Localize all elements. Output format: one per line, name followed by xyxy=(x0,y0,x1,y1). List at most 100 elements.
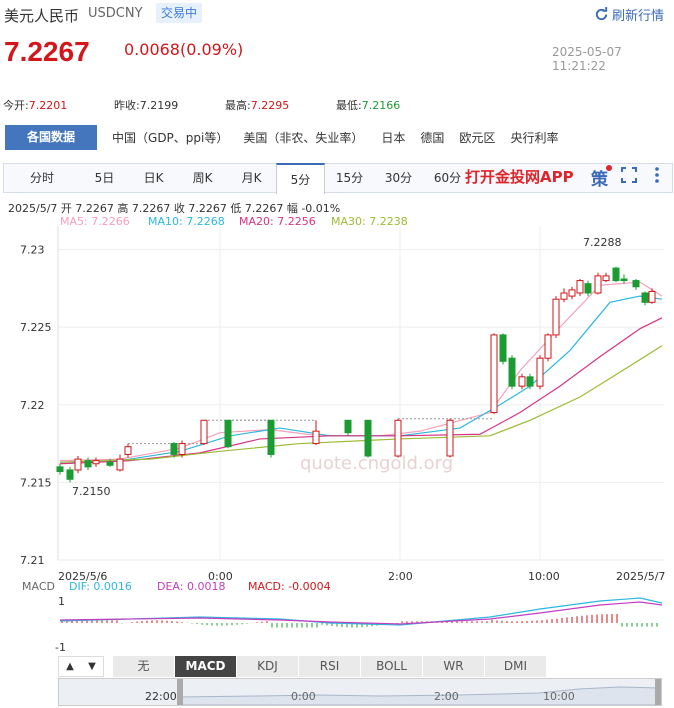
open-app-link[interactable]: 打开金投网APP xyxy=(465,166,574,187)
high-value: 7.2295 xyxy=(250,99,290,112)
ohlc-line: 2025/5/7 开 7.2267 高 7.2267 收 7.2267 低 7.… xyxy=(8,202,341,215)
refresh-button[interactable]: 刷新行情 xyxy=(594,5,664,24)
watermark-text: quote.cngold.org xyxy=(300,453,453,474)
macd-title: MACD xyxy=(22,580,55,593)
min-label: 7.2150 xyxy=(72,485,111,498)
strategy-button[interactable]: 策 xyxy=(591,165,612,190)
pair-name: 美元人民币 xyxy=(4,7,80,25)
candle-body xyxy=(518,376,526,387)
market-nav: 各国数据 中国（GDP、ppi等） 美国（非农、失业率） 日本 德国 欧元区 央… xyxy=(0,124,674,151)
indicator-tab-kdj[interactable]: KDJ xyxy=(237,656,299,677)
max-label: 7.2288 xyxy=(583,236,622,249)
tab-5min[interactable]: 5分 xyxy=(276,163,325,194)
macd-series xyxy=(59,597,663,628)
market-tab-active[interactable]: 各国数据 xyxy=(5,125,98,150)
indicator-tab-rsi[interactable]: RSI xyxy=(299,656,361,677)
candle-body xyxy=(584,283,592,294)
candle-body xyxy=(200,419,208,445)
macd-chart[interactable]: 1 -1 xyxy=(0,593,674,653)
current-price: 7.2267 xyxy=(4,36,90,67)
tab-dayk[interactable]: 日K xyxy=(129,163,178,193)
candle-body xyxy=(344,419,352,434)
x-tick: 2025/5/7 xyxy=(616,570,665,583)
navigator-right-handle[interactable] xyxy=(655,679,661,705)
ma10-line xyxy=(59,295,663,463)
more-menu-icon[interactable] xyxy=(652,166,662,184)
candle-body xyxy=(394,419,402,457)
tab-30min[interactable]: 30分 xyxy=(374,163,423,193)
tab-5day[interactable]: 5日 xyxy=(80,163,129,193)
x-tick: 10:00 xyxy=(528,570,560,583)
nav-label: 22:00 xyxy=(145,690,177,703)
candle-body xyxy=(178,443,186,455)
candle-body xyxy=(552,298,560,336)
market-tab-rates[interactable]: 央行利率 xyxy=(510,129,558,146)
candle-body xyxy=(364,419,372,457)
candle-body xyxy=(632,280,640,288)
candle-body xyxy=(544,334,552,359)
macd-ytick: 1 xyxy=(58,595,65,608)
indicator-tab-dmi[interactable]: DMI xyxy=(485,656,547,677)
notification-dot-icon xyxy=(606,165,612,171)
candle-body xyxy=(170,443,178,455)
candle-body xyxy=(92,460,100,465)
nav-label: 0:00 xyxy=(291,690,316,703)
candle-body xyxy=(84,460,92,468)
fullscreen-icon[interactable] xyxy=(621,167,637,183)
indicator-tab-macd[interactable]: MACD xyxy=(175,656,237,677)
macd-ytick: -1 xyxy=(55,641,66,653)
low-value: 7.2166 xyxy=(361,99,401,112)
indicator-tab-wr[interactable]: WR xyxy=(423,656,485,677)
candle-body xyxy=(536,357,544,387)
ma5-line xyxy=(59,281,663,462)
market-tab-usa[interactable]: 美国（非农、失业率） xyxy=(243,129,363,146)
arrow-down-icon[interactable]: ▼ xyxy=(88,661,96,672)
candlestick-chart[interactable]: quote.cngold.org 7.237.2257.227.2157.21 … xyxy=(0,226,674,576)
candle-body xyxy=(124,446,132,455)
x-tick: 2:00 xyxy=(388,570,413,583)
candle-body xyxy=(56,466,64,473)
refresh-icon xyxy=(595,7,608,21)
high-label: 最高: xyxy=(225,99,251,112)
tab-fenshi[interactable]: 分时 xyxy=(4,163,80,193)
candle-body xyxy=(594,275,602,294)
open-label: 今开: xyxy=(3,99,29,112)
candle-body xyxy=(74,458,82,471)
candle-body xyxy=(490,334,498,414)
navigator-left-handle[interactable] xyxy=(177,679,183,705)
ma-lines xyxy=(59,281,663,465)
y-tick-label: 7.22 xyxy=(20,399,45,412)
tab-15min[interactable]: 15分 xyxy=(325,163,374,193)
candle-body xyxy=(446,419,454,457)
indicator-tabs: 无 MACD KDJ RSI BOLL WR DMI xyxy=(113,656,547,677)
candles xyxy=(56,266,656,483)
strategy-label: 策 xyxy=(591,170,608,190)
market-tab-china[interactable]: 中国（GDP、ppi等） xyxy=(112,129,228,146)
time-navigator[interactable]: 22:00 0:00 2:00 10:00 xyxy=(58,678,662,706)
pair-code: USDCNY xyxy=(88,6,143,21)
candle-body xyxy=(499,334,507,362)
macd-value: MACD: -0.0004 xyxy=(248,580,331,593)
indicator-tab-boll[interactable]: BOLL xyxy=(361,656,423,677)
high-stat: 最高:7.2295 xyxy=(225,97,289,113)
candle-body xyxy=(224,419,232,448)
timestamp: 2025-05-07 11:21:22 xyxy=(552,45,622,73)
candle-body xyxy=(612,267,620,282)
tab-monthk[interactable]: 月K xyxy=(227,163,276,193)
arrow-up-icon[interactable]: ▲ xyxy=(66,661,74,672)
candle-body xyxy=(648,290,656,303)
navigator-svg: 22:00 0:00 2:00 10:00 xyxy=(145,679,661,705)
market-tab-japan[interactable]: 日本 xyxy=(381,129,405,146)
chart-grid xyxy=(57,226,664,561)
market-tab-germany[interactable]: 德国 xyxy=(420,129,444,146)
indicator-tab-none[interactable]: 无 xyxy=(113,656,175,677)
macd-dea: DEA: 0.0018 xyxy=(157,580,226,593)
market-tab-euro[interactable]: 欧元区 xyxy=(459,129,495,146)
candle-body xyxy=(568,289,576,297)
y-axis: 7.23 7.225 7.22 7.215 7.21 xyxy=(20,244,52,567)
candle-body xyxy=(312,430,320,445)
candle-body xyxy=(508,357,516,387)
prev-value: 7.2199 xyxy=(139,99,179,112)
candle-body xyxy=(620,278,628,282)
tab-weekk[interactable]: 周K xyxy=(178,163,227,193)
